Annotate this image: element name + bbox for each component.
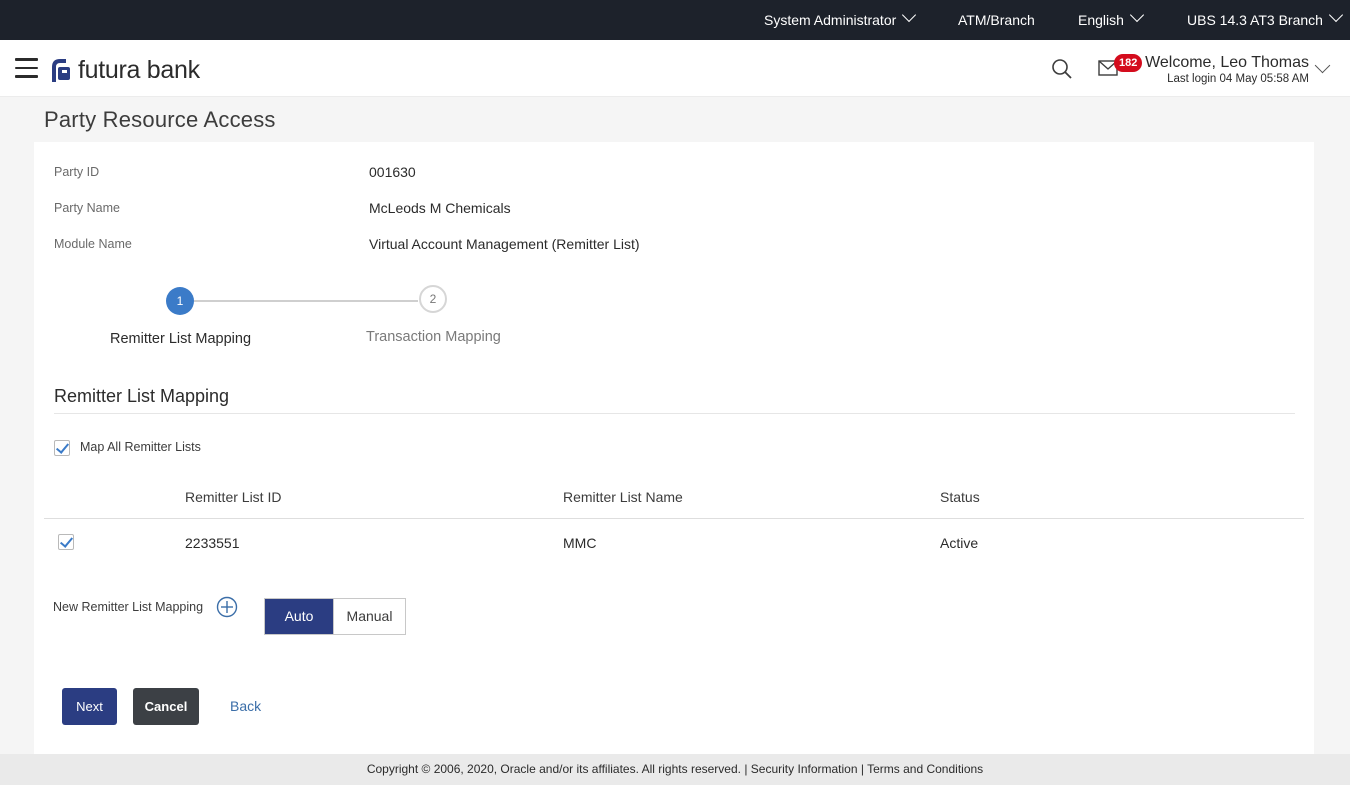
stepper-connector [194,300,418,302]
bank-logo[interactable]: futura bank [50,56,200,85]
branch-label: ATM/Branch [958,12,1035,28]
section-divider [54,413,1295,414]
logo-text: futura bank [78,56,200,84]
entity-dropdown[interactable]: UBS 14.3 AT3 Branch [1187,0,1344,40]
back-link[interactable]: Back [230,698,261,714]
module-name-value: Virtual Account Management (Remitter Lis… [369,236,640,252]
map-all-label: Map All Remitter Lists [80,440,201,454]
new-mapping-label: New Remitter List Mapping [53,600,204,614]
map-all-checkbox[interactable] [54,440,70,456]
party-id-value: 001630 [369,164,416,180]
section-title: Remitter List Mapping [54,386,230,406]
step-1-indicator[interactable]: 1 [166,287,194,315]
welcome-text: Welcome, Leo Thomas [1145,54,1309,71]
chevron-down-icon [902,7,917,23]
role-dropdown[interactable]: System Administrator [764,0,917,40]
table-header-divider [44,518,1304,519]
manual-option[interactable]: Manual [333,599,405,634]
notification-badge[interactable]: 182 [1114,54,1143,72]
remitter-list-name: MMC [563,535,597,551]
add-circle-icon[interactable] [216,596,238,618]
column-header-status: Status [940,489,980,505]
remitter-list-id: 2233551 [185,535,240,551]
chevron-down-icon [1328,7,1344,23]
security-information-link[interactable]: Security Information [751,762,858,776]
search-icon[interactable] [1051,58,1073,80]
party-name-value: McLeods M Chemicals [369,200,511,216]
footer: Copyright © 2006, 2020, Oracle and/or it… [0,754,1350,785]
last-login-text: Last login 04 May 05:58 AM [1167,73,1309,85]
step-2-label: Transaction Mapping [366,329,501,345]
content-card [34,142,1314,754]
menu-icon[interactable] [15,58,38,78]
column-header-id: Remitter List ID [185,489,282,505]
party-name-label: Party Name [54,201,120,215]
footer-separator: | [744,762,748,776]
user-menu[interactable]: Welcome, Leo Thomas Last login 04 May 05… [1145,54,1309,85]
auto-option[interactable]: Auto [265,599,333,634]
copyright-text: Copyright © 2006, 2020, Oracle and/or it… [366,762,741,776]
branch-link[interactable]: ATM/Branch [958,0,1035,40]
footer-separator: | [860,762,864,776]
entity-label: UBS 14.3 AT3 Branch [1187,12,1323,28]
row-checkbox[interactable] [58,534,74,550]
language-label: English [1078,12,1124,28]
next-button[interactable]: Next [62,688,117,725]
language-dropdown[interactable]: English [1078,0,1144,40]
remitter-list-status: Active [940,535,979,551]
module-name-label: Module Name [54,237,132,251]
chevron-down-icon [1129,7,1144,23]
role-label: System Administrator [764,12,897,28]
party-id-label: Party ID [54,165,100,179]
page-title: Party Resource Access [44,107,276,132]
step-2-indicator[interactable]: 2 [419,285,447,313]
cancel-button[interactable]: Cancel [133,688,199,725]
terms-conditions-link[interactable]: Terms and Conditions [867,762,983,776]
logo-icon [52,58,70,82]
top-bar: System Administrator ATM/Branch English … [0,0,1350,40]
column-header-name: Remitter List Name [563,489,683,505]
step-1-label: Remitter List Mapping [110,331,252,347]
mapping-mode-toggle: Auto Manual [264,598,406,635]
